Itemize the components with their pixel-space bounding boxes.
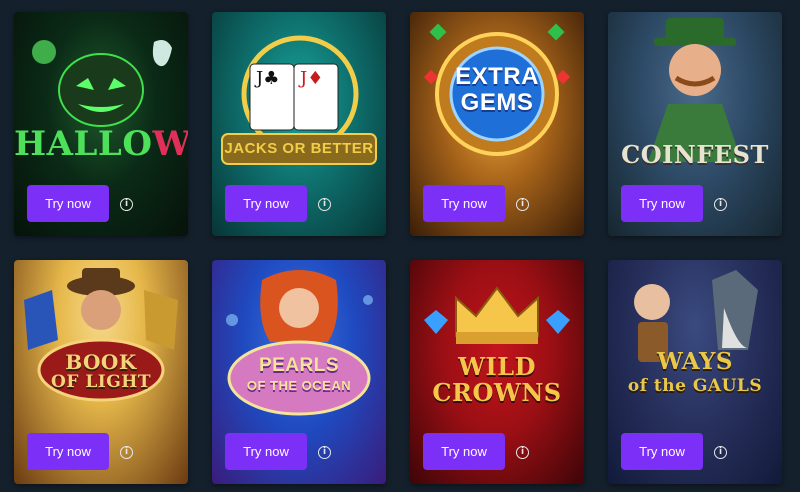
info-icon[interactable]: i (318, 198, 331, 211)
logo-line1: WAYS (656, 348, 734, 375)
game-logo: PEARLS OF THE OCEAN (212, 356, 386, 396)
logo-line2: OF LIGHT (51, 372, 151, 392)
svg-text:J♦: J♦ (298, 68, 323, 89)
logo-line2: GEMS (460, 89, 534, 116)
info-icon[interactable]: i (714, 198, 727, 211)
game-card-ways-of-the-gauls[interactable]: WAYS of the GAULS Try now i (608, 260, 782, 484)
try-now-button[interactable]: Try now (423, 433, 505, 470)
logo-text-part2: WIN (152, 124, 188, 164)
game-logo: COINFEST (621, 140, 769, 169)
logo-line2: OF THE OCEAN (246, 378, 352, 393)
info-icon[interactable]: i (516, 446, 529, 459)
try-now-button[interactable]: Try now (225, 433, 307, 470)
logo-line2: CROWNS (432, 378, 562, 407)
game-card-book-of-light[interactable]: BOOK OF LIGHT Try now i (14, 260, 188, 484)
info-icon[interactable]: i (714, 446, 727, 459)
try-now-button[interactable]: Try now (621, 433, 703, 470)
game-grid: HALLOWIN Try now i J♣ J♦ JACKS OR BETTER… (0, 0, 800, 492)
try-now-button[interactable]: Try now (423, 185, 505, 222)
game-logo: WILD CROWNS (410, 354, 584, 406)
logo-line1: BOOK (65, 350, 137, 374)
logo-line2: of the GAULS (627, 376, 763, 396)
game-card-jacks-or-better[interactable]: J♣ J♦ JACKS OR BETTER Try now i (212, 12, 386, 236)
game-card-wild-crowns[interactable]: WILD CROWNS Try now i (410, 260, 584, 484)
logo-text-part1: HALLO (14, 124, 153, 164)
try-now-button[interactable]: Try now (27, 185, 109, 222)
info-icon[interactable]: i (318, 446, 331, 459)
game-card-extra-gems[interactable]: EXTRA GEMS Try now i (410, 12, 584, 236)
game-card-pearls-of-the-ocean[interactable]: PEARLS OF THE OCEAN Try now i (212, 260, 386, 484)
game-logo: BOOK OF LIGHT (14, 352, 188, 392)
game-logo: WAYS of the GAULS (608, 350, 782, 398)
game-card-coinfest[interactable]: COINFEST Try now i (608, 12, 782, 236)
info-icon[interactable]: i (120, 446, 133, 459)
logo-line1: EXTRA (455, 63, 539, 90)
try-now-button[interactable]: Try now (621, 185, 703, 222)
info-icon[interactable]: i (120, 198, 133, 211)
game-logo: HALLOWIN (14, 124, 188, 164)
game-logo: JACKS OR BETTER (224, 140, 374, 157)
try-now-button[interactable]: Try now (27, 433, 109, 470)
try-now-button[interactable]: Try now (225, 185, 307, 222)
svg-text:J♣: J♣ (254, 68, 279, 89)
game-logo: EXTRA GEMS (410, 64, 584, 116)
logo-line1: PEARLS (258, 355, 340, 376)
game-card-hallowin[interactable]: HALLOWIN Try now i (14, 12, 188, 236)
logo-line1: WILD (458, 352, 536, 381)
info-icon[interactable]: i (516, 198, 529, 211)
